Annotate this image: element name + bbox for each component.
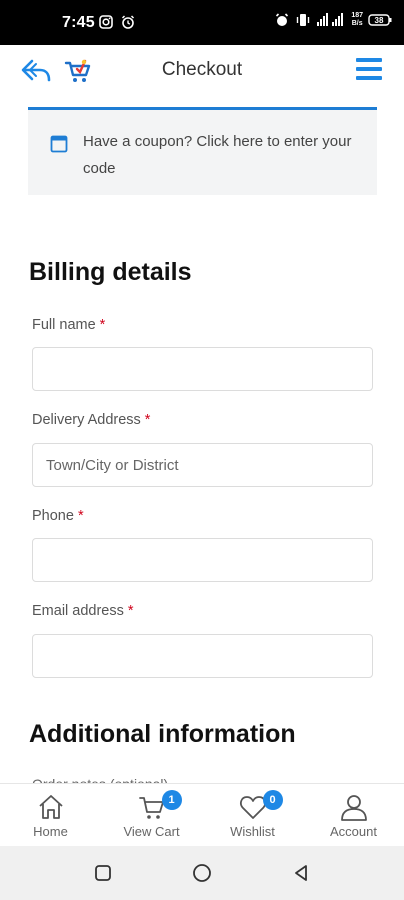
nav-cart-label: View Cart	[123, 824, 180, 839]
nav-home[interactable]: Home	[0, 784, 101, 846]
instagram-icon	[99, 15, 113, 29]
billing-title: Billing details	[29, 258, 192, 286]
required-mark: *	[127, 603, 134, 619]
net-speed: 187 B/s	[351, 12, 363, 27]
phone-input[interactable]	[32, 538, 373, 582]
required-mark: *	[99, 317, 106, 333]
email-label: Email address *	[32, 603, 134, 619]
bottom-nav: Home 1 View Cart 0 Wishlist Account	[0, 783, 404, 846]
coupon-link[interactable]: Have a coupon? Click here to enter your …	[83, 128, 353, 182]
phone-label: Phone *	[32, 508, 84, 524]
additional-info-title: Additional information	[29, 720, 296, 748]
delivery-address-input[interactable]	[32, 443, 373, 487]
home-circle-icon[interactable]	[192, 863, 212, 883]
home-icon	[38, 795, 63, 819]
full-name-input[interactable]	[32, 347, 373, 391]
wishlist-count-badge: 0	[262, 790, 283, 810]
vibrate-icon	[297, 14, 310, 26]
battery-icon: 38	[368, 14, 392, 26]
nav-account-label: Account	[330, 824, 377, 839]
svg-text:38: 38	[375, 16, 384, 25]
nav-cart[interactable]: 1 View Cart	[101, 784, 202, 846]
nav-wishlist[interactable]: 0 Wishlist	[202, 784, 303, 846]
full-name-label: Full name *	[32, 317, 106, 333]
required-mark: *	[144, 412, 151, 428]
email-input[interactable]	[32, 634, 373, 678]
nav-wishlist-label: Wishlist	[230, 824, 275, 839]
delivery-address-label: Delivery Address *	[32, 412, 151, 428]
status-time: 7:45	[62, 14, 95, 31]
status-bar: 7:45 187 B/s 38	[0, 0, 404, 45]
recent-apps-icon[interactable]	[93, 863, 113, 883]
menu-bar	[356, 67, 382, 71]
menu-button[interactable]	[356, 58, 382, 82]
cart-count-badge: 1	[161, 790, 182, 810]
window-icon	[50, 135, 68, 153]
page-title: Checkout	[161, 59, 243, 80]
app-header: Checkout	[0, 45, 404, 97]
alarm-icon	[121, 15, 135, 29]
user-icon	[340, 795, 367, 821]
required-mark: *	[77, 508, 84, 524]
nav-account[interactable]: Account	[303, 784, 404, 846]
coupon-notice[interactable]: Have a coupon? Click here to enter your …	[28, 107, 377, 195]
nav-home-label: Home	[33, 824, 68, 839]
system-nav-bar	[0, 846, 404, 900]
signal-icon	[317, 13, 344, 26]
back-triangle-icon[interactable]	[291, 863, 311, 883]
menu-bar	[356, 58, 382, 62]
alarm-icon	[276, 13, 289, 26]
menu-bar	[356, 76, 382, 80]
